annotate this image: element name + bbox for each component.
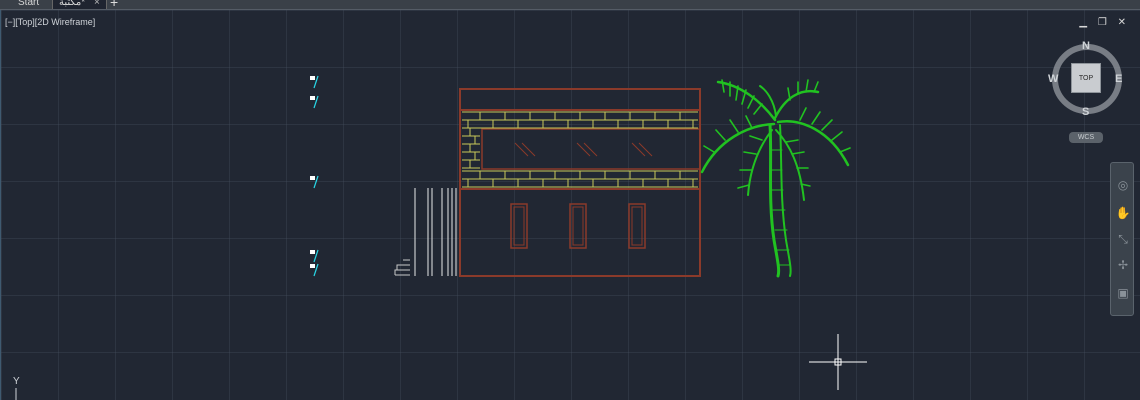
annotation-marker[interactable] — [310, 263, 319, 277]
annotation-markers[interactable] — [310, 75, 319, 277]
annotation-marker[interactable] — [310, 95, 319, 109]
compass-west[interactable]: W — [1048, 73, 1058, 85]
viewport-window-controls[interactable]: ▁ ❐ ✕ — [1079, 17, 1130, 28]
viewcube-top-face[interactable]: TOP — [1071, 63, 1101, 93]
brick-band-lower — [462, 170, 698, 188]
steering-wheel-icon[interactable]: ◎ — [1115, 177, 1131, 193]
window — [510, 203, 528, 249]
orbit-icon[interactable]: ✢ — [1115, 257, 1131, 273]
navigation-bar: ◎ ✋ ⤡ ✢ ▣ — [1110, 162, 1134, 316]
zoom-extents-icon[interactable]: ⤡ — [1115, 231, 1131, 247]
window — [569, 203, 587, 249]
glass-hatch — [514, 142, 653, 157]
compass-north[interactable]: N — [1082, 40, 1090, 52]
crosshair-cursor — [809, 334, 867, 390]
windows[interactable] — [510, 203, 646, 249]
brick-band-top — [462, 111, 698, 169]
stair-lines[interactable] — [394, 188, 457, 276]
viewcube[interactable]: N S E W TOP WCS — [1048, 38, 1126, 148]
showmotion-icon[interactable]: ▣ — [1115, 285, 1131, 301]
palm-tree[interactable] — [700, 79, 851, 278]
annotation-marker[interactable] — [310, 175, 319, 189]
ucs-y-label: Y — [13, 376, 20, 387]
drawing-canvas[interactable] — [0, 0, 1140, 400]
wcs-menu[interactable]: WCS — [1069, 132, 1103, 143]
window — [628, 203, 646, 249]
compass-south[interactable]: S — [1082, 106, 1089, 118]
annotation-marker[interactable] — [310, 249, 319, 263]
viewport-controls-label[interactable]: [−][Top][2D Wireframe] — [5, 17, 95, 27]
compass-east[interactable]: E — [1115, 73, 1122, 85]
annotation-marker[interactable] — [310, 75, 319, 89]
pan-hand-icon[interactable]: ✋ — [1115, 205, 1131, 221]
